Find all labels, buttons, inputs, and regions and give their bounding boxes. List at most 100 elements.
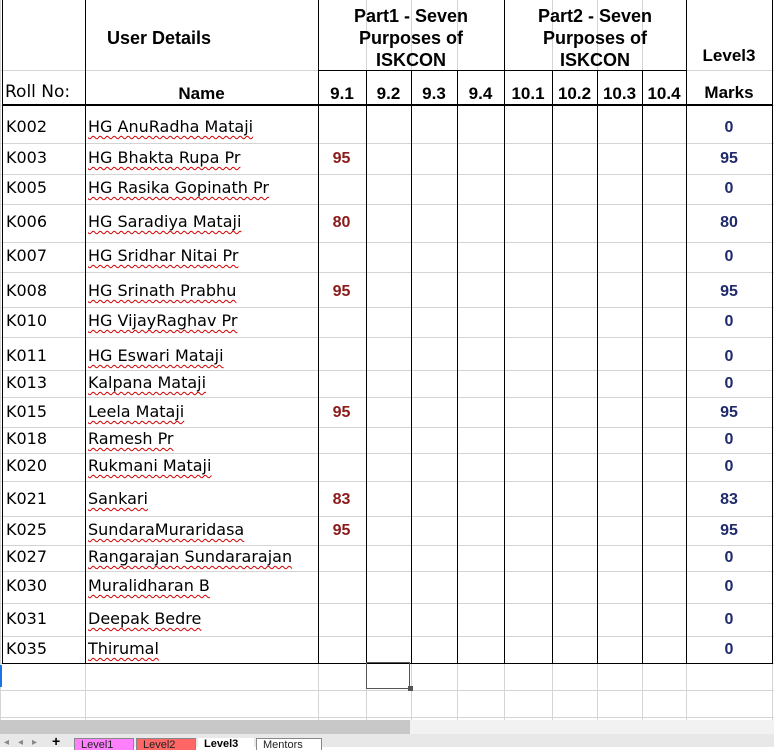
name-cell[interactable]: Ramesh Pr <box>88 431 174 447</box>
roll-cell[interactable]: K006 <box>6 214 47 230</box>
name-cell[interactable]: HG Eswari Mataji <box>88 348 224 364</box>
name-cell[interactable]: HG AnuRadha Mataji <box>88 119 253 135</box>
roll-cell[interactable]: K008 <box>6 283 47 299</box>
roll-cell[interactable]: K010 <box>6 313 47 329</box>
name-cell[interactable]: HG Sridhar Nitai Pr <box>88 248 238 264</box>
sheet-tab-level2[interactable]: Level2 <box>136 738 196 751</box>
grid-hline <box>0 242 774 243</box>
roll-cell[interactable]: K025 <box>6 522 47 538</box>
header-part1-line1: Part1 - Seven <box>353 6 469 26</box>
grid-hline <box>0 603 774 604</box>
grid-hline <box>0 690 774 691</box>
marks-cell[interactable]: 0 <box>686 349 772 365</box>
marks-cell[interactable]: 0 <box>686 376 772 392</box>
name-cell[interactable]: HG Saradiya Mataji <box>88 214 241 230</box>
roll-cell[interactable]: K035 <box>6 641 47 657</box>
marks-cell[interactable]: 95 <box>686 151 772 167</box>
marks-cell[interactable]: 0 <box>686 120 772 136</box>
roll-cell[interactable]: K005 <box>6 180 47 196</box>
grid-vline <box>0 0 1 720</box>
table-border <box>2 0 3 663</box>
scroll-track <box>410 720 774 734</box>
next-sheet-icon[interactable]: ▸ <box>32 737 37 748</box>
grid-hline <box>0 453 774 454</box>
sheet-tab-mentors[interactable]: Mentors <box>256 738 322 751</box>
column-header: 10.2 <box>557 84 592 103</box>
column-header: 10.4 <box>647 84 681 103</box>
text-cursor <box>0 665 2 687</box>
name-cell[interactable]: Thirumal <box>88 641 159 657</box>
name-cell[interactable]: HG VijayRaghav Pr <box>88 313 237 329</box>
score-cell-9-1[interactable]: 83 <box>318 492 365 508</box>
header-part2-line1: Part2 - Seven <box>537 6 653 26</box>
roll-cell[interactable]: K007 <box>6 248 47 264</box>
grid-hline <box>0 636 774 637</box>
name-cell[interactable]: SundaraMuraridasa <box>88 522 244 538</box>
marks-cell[interactable]: 95 <box>686 284 772 300</box>
marks-cell[interactable]: 0 <box>686 432 772 448</box>
score-cell-9-1[interactable]: 95 <box>318 523 365 539</box>
name-cell[interactable]: Rukmani Mataji <box>88 458 211 474</box>
column-header: 10.1 <box>511 84 545 103</box>
roll-cell[interactable]: K018 <box>6 431 47 447</box>
name-cell[interactable]: HG Rasika Gopinath Pr <box>88 180 269 196</box>
marks-cell[interactable]: 0 <box>686 642 772 658</box>
grid-hline <box>0 397 774 398</box>
horizontal-scrollbar[interactable] <box>0 720 410 734</box>
score-cell-9-1[interactable]: 95 <box>318 284 365 300</box>
name-cell[interactable]: Kalpana Mataji <box>88 375 206 391</box>
marks-cell[interactable]: 83 <box>686 492 772 508</box>
roll-cell[interactable]: K003 <box>6 150 47 166</box>
roll-cell[interactable]: K002 <box>6 119 47 135</box>
table-border <box>642 70 643 663</box>
grid-hline <box>0 272 774 273</box>
marks-cell[interactable]: 0 <box>686 579 772 595</box>
table-border <box>552 70 553 663</box>
name-cell[interactable]: Muralidharan B <box>88 578 210 594</box>
table-border <box>411 70 412 663</box>
marks-cell[interactable]: 0 <box>686 314 772 330</box>
roll-cell[interactable]: K031 <box>6 611 47 627</box>
table-border <box>772 0 773 663</box>
marks-cell[interactable]: 95 <box>686 523 772 539</box>
column-header: 9.4 <box>468 84 493 103</box>
roll-cell[interactable]: K011 <box>6 348 47 364</box>
grid-hline <box>0 427 774 428</box>
column-header: 10.3 <box>602 84 637 103</box>
roll-cell[interactable]: K013 <box>6 375 47 391</box>
first-sheet-icon[interactable]: ◂ <box>4 737 9 748</box>
marks-cell[interactable]: 95 <box>686 405 772 421</box>
marks-cell[interactable]: 0 <box>686 459 772 475</box>
fill-handle[interactable] <box>408 686 413 691</box>
roll-cell[interactable]: K030 <box>6 578 47 594</box>
score-cell-9-1[interactable]: 80 <box>318 215 365 231</box>
name-cell[interactable]: Sankari <box>88 491 148 507</box>
sheet-tab-level3[interactable]: Level3 <box>198 738 254 750</box>
table-border <box>2 105 773 106</box>
marks-cell[interactable]: 0 <box>686 181 772 197</box>
header-marks: Marks <box>704 83 754 102</box>
name-cell[interactable]: Deepak Bedre <box>88 611 201 627</box>
header-part2-line3: ISKCON <box>559 50 630 70</box>
grid-hline <box>0 571 774 572</box>
roll-cell[interactable]: K021 <box>6 491 47 507</box>
name-cell[interactable]: Leela Mataji <box>88 404 184 420</box>
name-cell[interactable]: HG Bhakta Rupa Pr <box>88 150 240 166</box>
selected-cell[interactable] <box>366 662 410 689</box>
marks-cell[interactable]: 0 <box>686 612 772 628</box>
grid-hline <box>0 481 774 482</box>
marks-cell[interactable]: 0 <box>686 249 772 265</box>
score-cell-9-1[interactable]: 95 <box>318 151 365 167</box>
table-border <box>366 70 367 663</box>
marks-cell[interactable]: 80 <box>686 215 772 231</box>
roll-cell[interactable]: K015 <box>6 404 47 420</box>
name-cell[interactable]: HG Srinath Prabhu <box>88 283 236 299</box>
roll-cell[interactable]: K027 <box>6 549 47 565</box>
roll-cell[interactable]: K020 <box>6 458 47 474</box>
score-cell-9-1[interactable]: 95 <box>318 405 365 421</box>
name-cell[interactable]: Rangarajan Sundararajan <box>88 549 292 565</box>
marks-cell[interactable]: 0 <box>686 550 772 566</box>
sheet-tab-level1[interactable]: Level1 <box>74 738 134 751</box>
grid-hline <box>0 337 774 338</box>
prev-sheet-icon[interactable]: ◂ <box>18 737 23 748</box>
